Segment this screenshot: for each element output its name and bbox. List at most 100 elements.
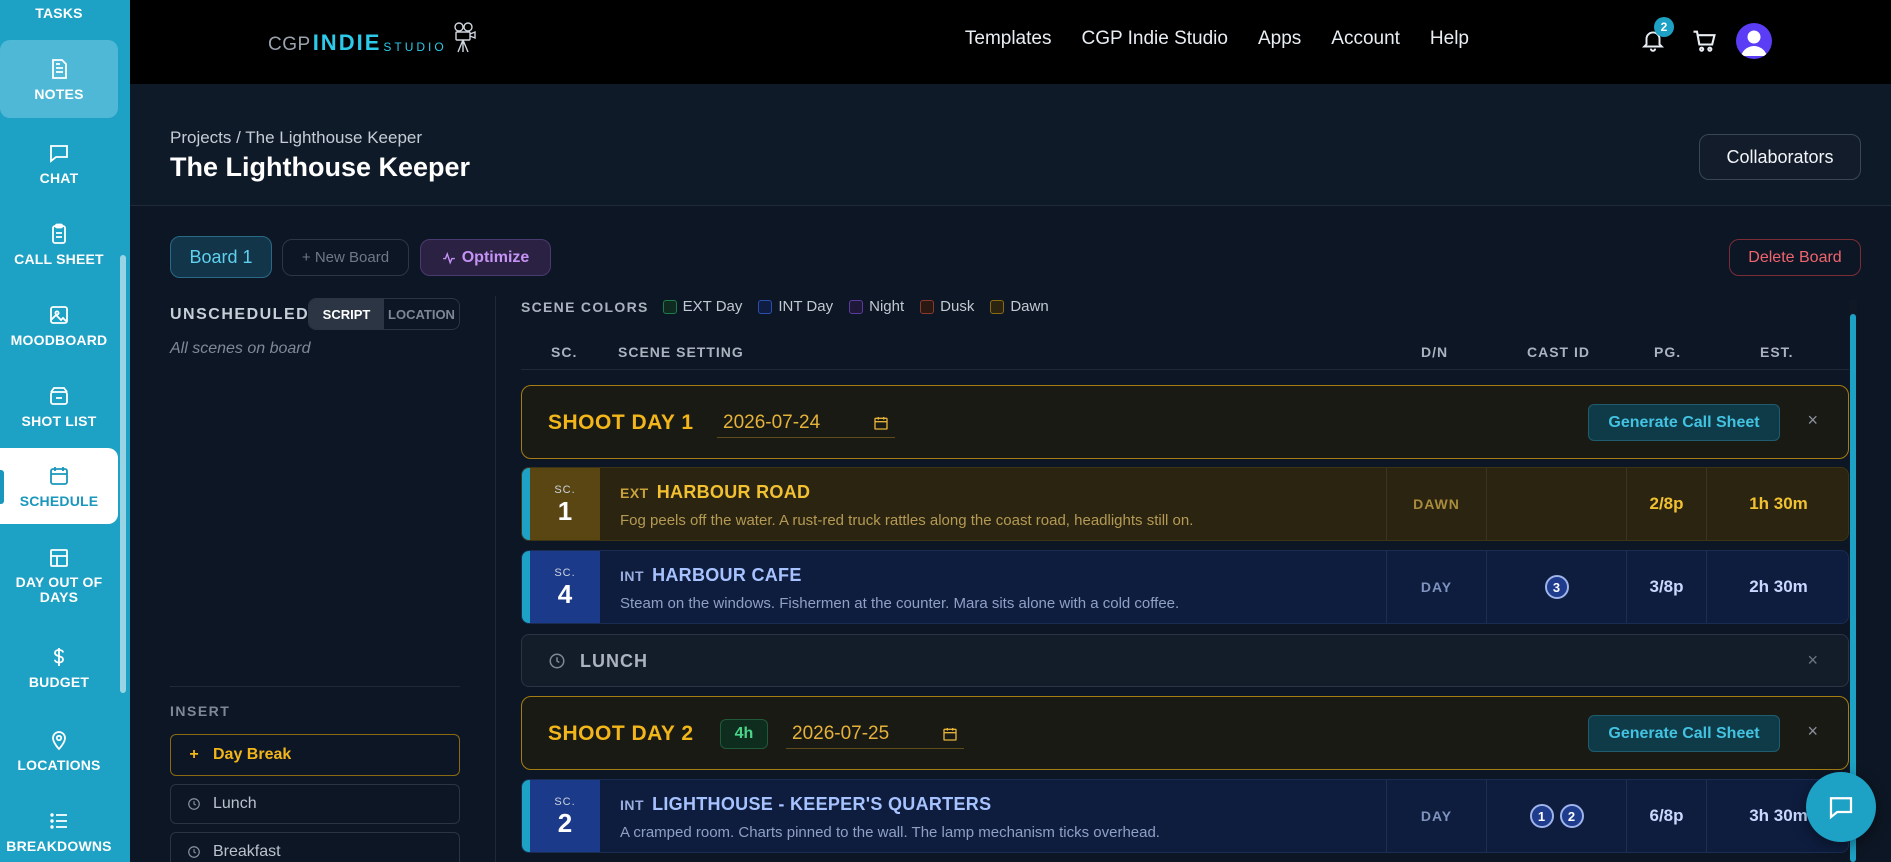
scene-dn: DAWN: [1386, 468, 1486, 540]
cast-id-badge[interactable]: 2: [1559, 804, 1584, 828]
sidebar-item-day-out-of-days[interactable]: DAY OUT OF DAYS: [0, 540, 118, 610]
insert-day-break-button[interactable]: + Day Break: [170, 734, 460, 776]
scene-strip[interactable]: SC. 4 INT HARBOUR CAFE Steam on the windo…: [521, 550, 1849, 624]
toggle-script[interactable]: SCRIPT: [309, 299, 384, 329]
breadcrumb[interactable]: Projects / The Lighthouse Keeper: [170, 128, 422, 148]
close-icon[interactable]: ×: [1807, 410, 1818, 431]
grid-icon: [50, 548, 68, 567]
sidebar-item-shot-list[interactable]: SHOT LIST: [0, 367, 118, 445]
board-tab-1[interactable]: Board 1: [170, 236, 272, 278]
sidebar-item-call-sheet[interactable]: CALL SHEET: [0, 205, 118, 283]
scene-description: Steam on the windows. Fishermen at the c…: [620, 595, 1180, 612]
scene-estimate: 2h 30m: [1706, 551, 1848, 623]
generate-call-sheet-button[interactable]: Generate Call Sheet: [1588, 715, 1780, 752]
close-icon[interactable]: ×: [1807, 650, 1818, 671]
legend-swatch: [662, 299, 677, 314]
chat-bubble-icon: [1829, 797, 1853, 820]
scene-strip[interactable]: SC. 2 INT LIGHTHOUSE - KEEPER'S QUARTERS …: [521, 779, 1849, 853]
cart-icon[interactable]: [1690, 27, 1718, 55]
nav-templates[interactable]: Templates: [965, 28, 1052, 50]
app-root: TASKS NOTES CHAT CALL SHEET MOODBOARD SH…: [0, 0, 1891, 862]
sidebar-item-label: TASKS: [35, 5, 83, 21]
lunch-break-row[interactable]: LUNCH ×: [521, 634, 1849, 687]
legend-swatch: [990, 299, 1005, 314]
sidebar-item-chat[interactable]: CHAT: [0, 124, 118, 202]
legend-swatch: [920, 299, 935, 314]
calendar-icon[interactable]: [942, 726, 958, 742]
insert-lunch-button[interactable]: Lunch: [170, 784, 460, 824]
nav-help[interactable]: Help: [1430, 28, 1469, 50]
sidebar-item-label: LOCATIONS: [17, 756, 101, 773]
shoot-day-header: SHOOT DAY 2 4h 2026-07-25 Generate Call …: [521, 696, 1849, 770]
drag-handle[interactable]: [522, 551, 530, 623]
scene-estimate: 1h 30m: [1706, 468, 1848, 540]
legend-swatch: [758, 299, 773, 314]
insert-breakfast-button[interactable]: Breakfast: [170, 832, 460, 862]
empty-state-text: All scenes on board: [170, 340, 311, 357]
calendar-icon[interactable]: [873, 415, 889, 431]
chat-icon: [50, 144, 68, 163]
scene-number: SC. 2: [530, 780, 600, 852]
panel-divider: [495, 296, 496, 862]
toggle-location[interactable]: LOCATION: [384, 299, 459, 329]
scene-strip[interactable]: SC. 1 EXT HARBOUR ROAD Fog peels off the …: [521, 467, 1849, 541]
unscheduled-panel: UNSCHEDULED SCRIPT LOCATION All scenes o…: [170, 296, 460, 862]
sidebar-item-label: BREAKDOWNS: [6, 837, 112, 854]
delete-board-button[interactable]: Delete Board: [1729, 239, 1861, 276]
shoot-day-hours-badge: 4h: [720, 719, 768, 749]
scene-number: SC. 4: [530, 551, 600, 623]
col-cast-id: CAST ID: [1527, 344, 1590, 360]
nav-account[interactable]: Account: [1331, 28, 1400, 50]
scene-setting: EXT HARBOUR ROAD: [620, 482, 811, 502]
brand-logo[interactable]: CGP INDIE STUDIO: [268, 16, 477, 56]
sidebar-item-moodboard[interactable]: MOODBOARD: [0, 286, 118, 364]
scene-setting: INT LIGHTHOUSE - KEEPER'S QUARTERS: [620, 794, 992, 814]
avatar[interactable]: [1736, 23, 1772, 59]
new-board-button[interactable]: + New Board: [282, 239, 409, 276]
drag-handle[interactable]: [522, 780, 530, 852]
shoot-day-title: SHOOT DAY 1: [548, 411, 694, 434]
close-icon[interactable]: ×: [1807, 721, 1818, 742]
drag-handle[interactable]: [522, 468, 530, 540]
sidebar-item-budget[interactable]: BUDGET: [0, 628, 118, 706]
sidebar-item-label: DAY OUT OF DAYS: [15, 573, 103, 605]
legend-dawn: Dawn: [990, 298, 1049, 315]
cast-id-badge[interactable]: 3: [1544, 575, 1569, 599]
shoot-day-date-input[interactable]: 2026-07-24: [717, 408, 895, 438]
sidebar-scrollbar[interactable]: [120, 255, 126, 693]
scene-colors-legend: SCENE COLORS EXT Day INT Day Night Dusk …: [521, 298, 1049, 315]
support-chat-button[interactable]: [1806, 772, 1876, 842]
scene-cast: 3: [1486, 551, 1626, 623]
generate-call-sheet-button[interactable]: Generate Call Sheet: [1588, 404, 1780, 441]
col-sc: SC.: [551, 344, 578, 360]
user-icon: [1741, 30, 1767, 56]
unscheduled-sort-toggle: SCRIPT LOCATION: [308, 298, 460, 330]
sidebar-item-breakdowns[interactable]: BREAKDOWNS: [0, 792, 118, 862]
col-scene-setting: SCENE SETTING: [618, 344, 744, 360]
sidebar: TASKS NOTES CHAT CALL SHEET MOODBOARD SH…: [0, 0, 130, 862]
sidebar-item-label: CALL SHEET: [14, 250, 104, 267]
lunch-label: LUNCH: [580, 651, 648, 671]
legend-ext-day: EXT Day: [662, 298, 742, 315]
collaborators-button[interactable]: Collaborators: [1699, 134, 1861, 180]
shoot-day-date-input[interactable]: 2026-07-25: [786, 719, 964, 749]
sidebar-item-locations[interactable]: LOCATIONS: [0, 711, 118, 789]
board-toolbar: Board 1 + New Board Optimize Delete Boar…: [130, 206, 1891, 286]
sidebar-item-notes[interactable]: NOTES: [0, 40, 118, 118]
legend-swatch: [849, 299, 864, 314]
list-icon: [50, 812, 67, 829]
page-header: Projects / The Lighthouse Keeper The Lig…: [130, 84, 1891, 206]
notification-badge: 2: [1654, 17, 1674, 37]
sidebar-item-tasks[interactable]: TASKS: [0, 0, 118, 26]
scene-pages: 3/8p: [1626, 551, 1706, 623]
activity-icon: [442, 251, 455, 265]
optimize-button[interactable]: Optimize: [420, 239, 551, 276]
sidebar-item-label: CHAT: [39, 169, 79, 186]
clock-icon: [549, 653, 565, 669]
nav-cgp-indie-studio[interactable]: CGP Indie Studio: [1081, 28, 1227, 50]
sidebar-item-schedule[interactable]: SCHEDULE: [0, 448, 118, 524]
scene-number: SC. 1: [530, 468, 600, 540]
scene-setting: INT HARBOUR CAFE: [620, 565, 802, 585]
nav-apps[interactable]: Apps: [1258, 28, 1301, 50]
cast-id-badge[interactable]: 1: [1529, 804, 1554, 828]
